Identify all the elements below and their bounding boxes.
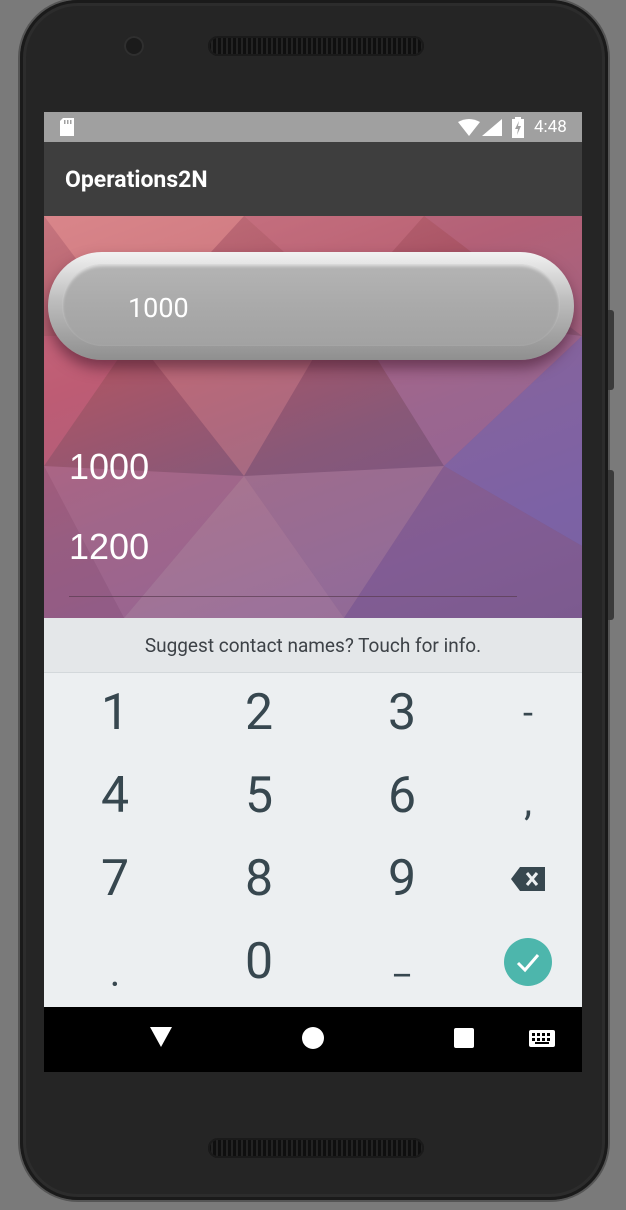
home-icon[interactable] — [302, 1027, 324, 1049]
key-label: _ — [393, 941, 411, 983]
status-bar: 4:48 — [44, 112, 582, 142]
done-icon — [504, 938, 552, 986]
keyboard-icon[interactable] — [529, 1030, 555, 1047]
key-period[interactable]: . — [55, 922, 175, 1002]
key-1[interactable]: 1 — [55, 673, 175, 753]
wifi-icon — [458, 119, 480, 136]
key-label: 6 — [387, 767, 417, 825]
device-screen: 4:48 Operations2N 1000 1000 1200 Suggest… — [44, 112, 582, 1072]
key-label: 5 — [244, 767, 274, 825]
top-speaker — [208, 36, 424, 56]
key-label: 2 — [244, 684, 274, 742]
second-number-input[interactable] — [69, 526, 517, 568]
key-label: 4 — [100, 767, 130, 825]
status-clock: 4:48 — [534, 117, 567, 137]
battery-charging-icon — [512, 117, 524, 138]
key-label: 9 — [387, 850, 417, 908]
content-area: 1000 — [44, 216, 582, 618]
backspace-key[interactable] — [468, 839, 582, 919]
key-0[interactable]: 0 — [199, 922, 319, 1002]
back-icon[interactable] — [150, 1027, 172, 1047]
key-label: 8 — [244, 850, 274, 908]
app-title: Operations2N — [65, 166, 208, 193]
key-label: 1 — [100, 684, 130, 742]
power-button[interactable] — [608, 470, 614, 620]
recents-icon[interactable] — [454, 1028, 474, 1048]
suggestion-text[interactable]: Suggest contact names? Touch for info. — [44, 634, 582, 657]
key-4[interactable]: 4 — [55, 756, 175, 836]
key-8[interactable]: 8 — [199, 839, 319, 919]
key-label: , — [524, 777, 532, 825]
first-input-underline — [69, 596, 517, 597]
key-9[interactable]: 9 — [342, 839, 462, 919]
key-3[interactable]: 3 — [342, 673, 462, 753]
key-7[interactable]: 7 — [55, 839, 175, 919]
key-comma[interactable]: , — [468, 761, 582, 841]
key-label: 0 — [244, 933, 274, 991]
numeric-keyboard: 1 2 3 - 4 5 6 , 7 8 9 . 0 _ — [44, 673, 582, 1007]
sd-card-icon — [60, 118, 74, 136]
key-label: 3 — [387, 684, 417, 742]
navigation-bar — [44, 1007, 582, 1072]
result-display: 1000 — [48, 252, 574, 360]
volume-button[interactable] — [608, 310, 614, 390]
key-2[interactable]: 2 — [199, 673, 319, 753]
key-underscore[interactable]: _ — [342, 922, 462, 1002]
bottom-speaker — [208, 1138, 424, 1158]
key-minus[interactable]: - — [468, 673, 582, 753]
front-camera — [124, 36, 144, 56]
signal-icon — [482, 119, 502, 136]
done-key[interactable] — [468, 922, 582, 1002]
suggestion-bar[interactable]: Suggest contact names? Touch for info. — [44, 618, 582, 673]
key-5[interactable]: 5 — [199, 756, 319, 836]
backspace-icon — [511, 867, 545, 891]
key-6[interactable]: 6 — [342, 756, 462, 836]
key-label: . — [109, 948, 121, 996]
result-value: 1000 — [128, 292, 189, 324]
key-label: - — [523, 692, 533, 734]
app-bar: Operations2N — [44, 142, 582, 216]
key-label: 7 — [100, 850, 130, 908]
first-number-input[interactable] — [69, 446, 517, 488]
